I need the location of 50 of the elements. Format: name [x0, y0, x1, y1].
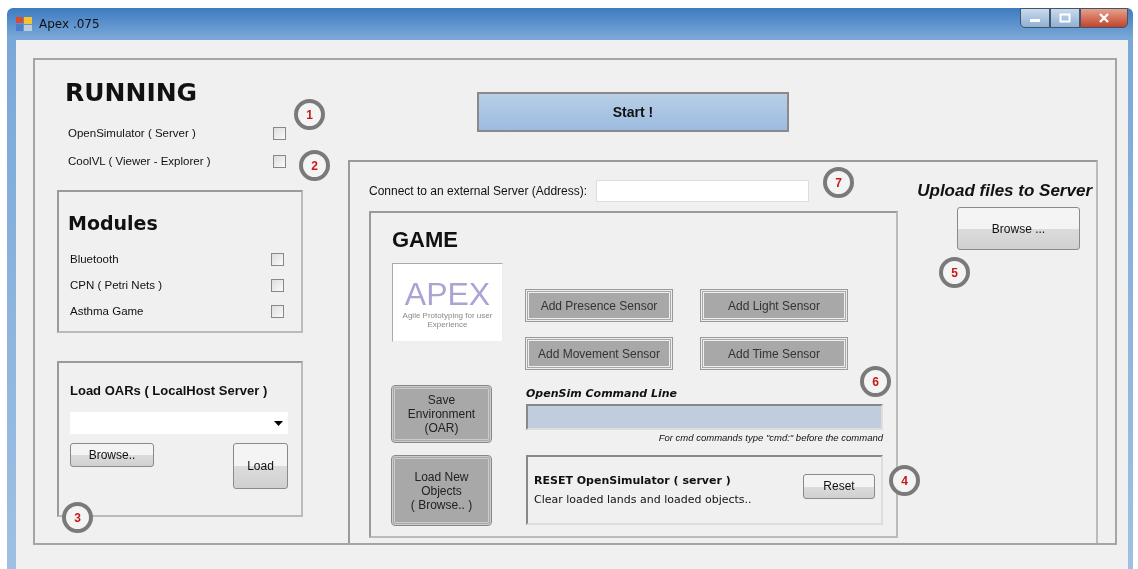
callout-marker: 7	[823, 167, 854, 198]
checkbox[interactable]	[271, 278, 284, 292]
start-button[interactable]: Start !	[477, 92, 789, 132]
load-button[interactable]: Load	[233, 443, 288, 489]
sensor-button[interactable]: Add Time Sensor	[701, 338, 847, 369]
logo-text: APEX	[404, 276, 491, 311]
minimize-button[interactable]	[1020, 8, 1050, 28]
callout-marker: 2	[299, 150, 330, 181]
reset-title: RESET OpenSimulator ( server )	[534, 474, 732, 487]
checkbox[interactable]	[271, 304, 284, 318]
maximize-button[interactable]	[1050, 8, 1080, 28]
checkbox[interactable]	[273, 126, 286, 140]
save-environment-button[interactable]: Save Environment (OAR)	[392, 386, 491, 442]
upload-title: Upload files to Server	[916, 181, 1092, 201]
section-title: Load OARs ( LocalHost Server )	[70, 383, 269, 398]
checkbox-label: Asthma Game	[70, 305, 144, 317]
command-hint: For cmd commands type "cmd:" before the command	[657, 432, 883, 443]
sensor-button[interactable]: Add Movement Sensor	[526, 338, 672, 369]
browse-button[interactable]: Browse ...	[957, 207, 1080, 250]
callout-marker: 5	[939, 257, 970, 288]
section-title: Modules	[68, 212, 159, 234]
sensor-button[interactable]: Add Light Sensor	[701, 290, 847, 321]
maximize-icon	[1059, 13, 1071, 23]
connect-label: Connect to an external Server (Address):	[369, 184, 588, 198]
checkbox-label: CoolVL ( Viewer - Explorer )	[68, 155, 211, 167]
close-button[interactable]	[1080, 8, 1128, 28]
section-title: RUNNING	[65, 78, 199, 107]
checkbox-label: CPN ( Petri Nets )	[70, 279, 162, 291]
reset-description: Clear loaded lands and loaded objects..	[534, 493, 752, 506]
address-field[interactable]	[596, 180, 810, 202]
sensor-button[interactable]: Add Presence Sensor	[526, 290, 672, 321]
command-line-field[interactable]	[526, 404, 883, 430]
checkbox[interactable]	[273, 154, 286, 168]
callout-marker: 6	[860, 366, 891, 397]
window-title: Apex .075	[39, 17, 100, 31]
close-icon	[1098, 13, 1110, 23]
checkbox[interactable]	[271, 252, 284, 266]
callout-marker: 3	[62, 502, 93, 533]
section-title: GAME	[392, 227, 459, 253]
reset-button[interactable]: Reset	[803, 473, 875, 499]
app-icon	[16, 17, 32, 31]
callout-marker: 4	[889, 465, 920, 496]
callout-marker: 1	[294, 99, 325, 130]
dropdown-arrow-icon	[274, 420, 283, 426]
load-objects-button[interactable]: Load New Objects ( Browse.. )	[392, 456, 491, 525]
browse-button[interactable]: Browse..	[70, 443, 154, 467]
checkbox-label: OpenSimulator ( Server )	[68, 127, 196, 139]
logo-tagline: Agile Prototyping for user Experience	[401, 310, 494, 329]
command-line-title: OpenSim Command Line	[526, 387, 679, 400]
checkbox-label: Bluetooth	[70, 253, 119, 265]
